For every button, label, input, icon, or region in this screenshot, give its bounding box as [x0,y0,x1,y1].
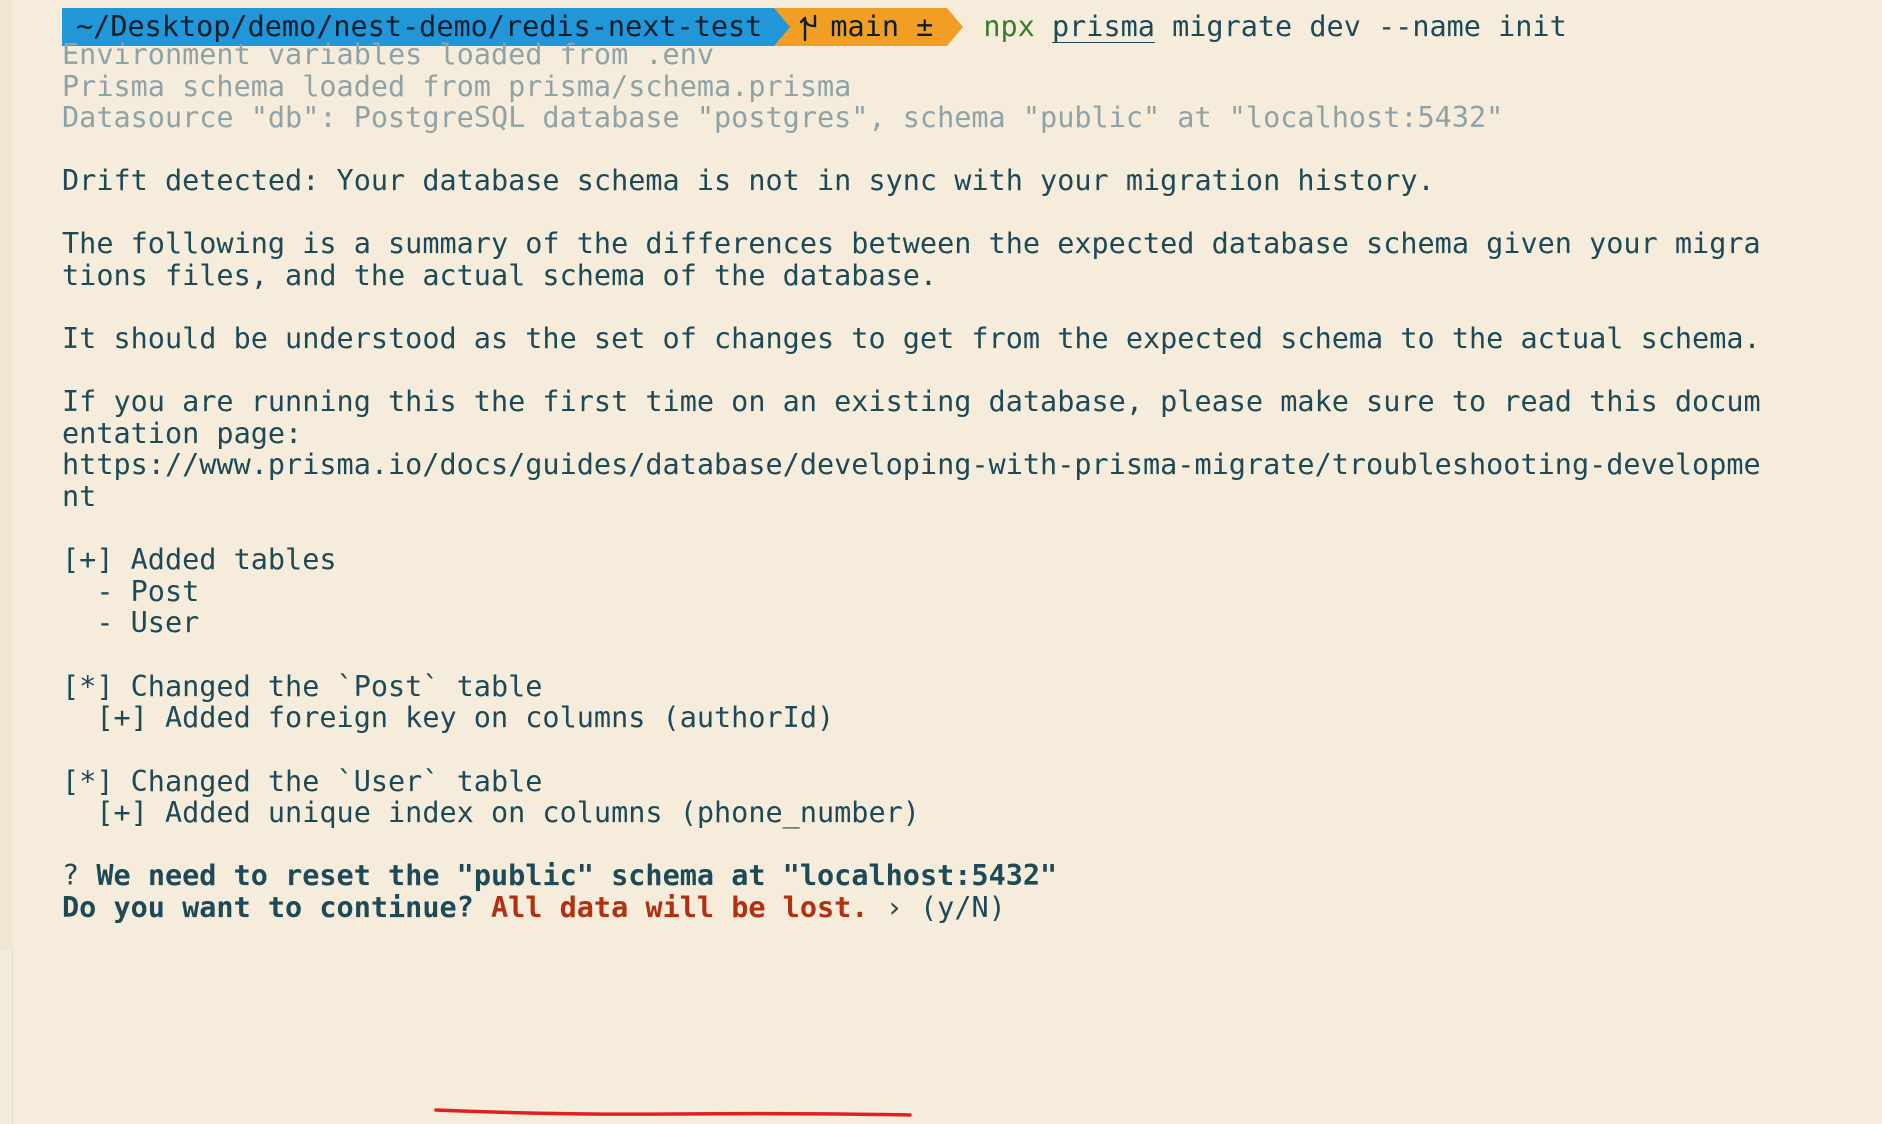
command-bin: npx [983,10,1035,43]
output-changed-post-detail: [+] Added foreign key on columns (author… [62,701,835,734]
output-understood: It should be understood as the set of ch… [62,322,1761,355]
output-first-time-line-1: If you are running this the first time o… [62,385,1761,418]
output-changed-user-detail: [+] Added unique index on columns (phone… [62,796,920,829]
question-chevron: › [885,891,903,924]
prompt-git-segment: main ± [790,8,948,46]
command-line: npx prisma migrate dev --name init [963,8,1566,46]
terminal-output[interactable]: ~/Desktop/demo/nest-demo/redis-next-test… [62,0,1862,1124]
question-continue-line[interactable]: Do you want to continue? All data will b… [62,889,1006,927]
git-branch-icon [800,14,817,42]
output-summary-line-2: tions files, and the actual schema of th… [62,259,938,292]
command-tool: prisma [1051,10,1155,43]
question-choice[interactable]: (y/N) [920,891,1006,924]
command-args: migrate dev --name init [1172,10,1567,43]
window-left-edge-lower [0,950,13,1124]
output-datasource: Datasource "db": PostgreSQL database "po… [62,101,1504,134]
prompt-dirty-marker: ± [916,10,934,43]
output-added-table-user: - User [62,606,200,639]
question-reset-text: We need to reset the "public" schema at … [96,859,1058,892]
output-drift-detected: Drift detected: Your database schema is … [62,164,1435,197]
output-docs-url-line-1[interactable]: https://www.prisma.io/docs/guides/databa… [62,446,1761,484]
output-docs-url-line-2[interactable]: nt [62,478,96,516]
question-mark: ? [62,859,80,892]
prompt-separator-arrow [774,8,791,46]
question-warning-text: All data will be lost. [490,891,869,924]
prompt-end-arrow [947,8,964,46]
red-annotation-underline [434,1108,912,1117]
question-continue-text: Do you want to continue? [62,891,474,924]
prompt-branch-name: main [830,10,899,43]
